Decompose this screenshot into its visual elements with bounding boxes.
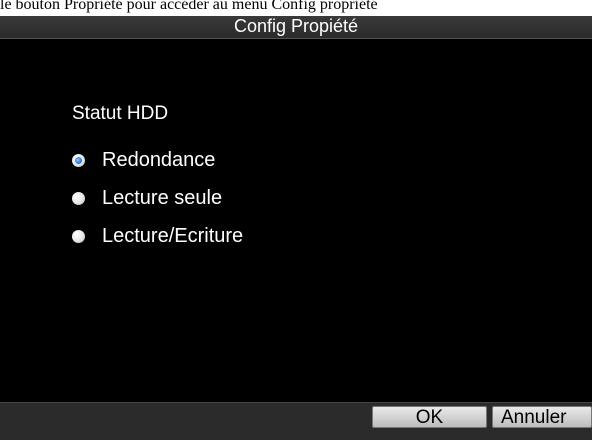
hdd-status-label: Statut HDD xyxy=(72,103,169,124)
dialog-title: Config Propiété xyxy=(233,16,359,36)
radio-button-icon[interactable] xyxy=(72,229,85,243)
radio-option-redondance[interactable]: Redondance xyxy=(72,148,215,172)
radio-label-redondance: Redondance xyxy=(102,149,216,171)
document-caption: le bouton Propriété pour accéder au menu… xyxy=(0,0,592,16)
dialog-button-bar: OK Annuler xyxy=(0,402,592,440)
ok-button[interactable]: OK xyxy=(372,406,487,428)
radio-button-icon[interactable] xyxy=(72,153,85,167)
config-property-dialog: Config Propiété Statut HDD Redondance Le… xyxy=(0,16,592,440)
radio-button-icon[interactable] xyxy=(72,191,85,205)
dialog-titlebar: Config Propiété xyxy=(0,16,592,39)
radio-label-lecture-ecriture: Lecture/Ecriture xyxy=(102,225,244,247)
radio-option-lecture-seule[interactable]: Lecture seule xyxy=(72,186,222,210)
caption-text: le bouton Propriété pour accéder au menu… xyxy=(0,0,378,13)
cancel-button[interactable]: Annuler xyxy=(492,406,592,428)
dialog-content: Statut HDD Redondance Lecture seule Lect… xyxy=(0,39,592,402)
radio-option-lecture-ecriture[interactable]: Lecture/Ecriture xyxy=(72,224,243,248)
radio-label-lecture-seule: Lecture seule xyxy=(102,187,223,209)
